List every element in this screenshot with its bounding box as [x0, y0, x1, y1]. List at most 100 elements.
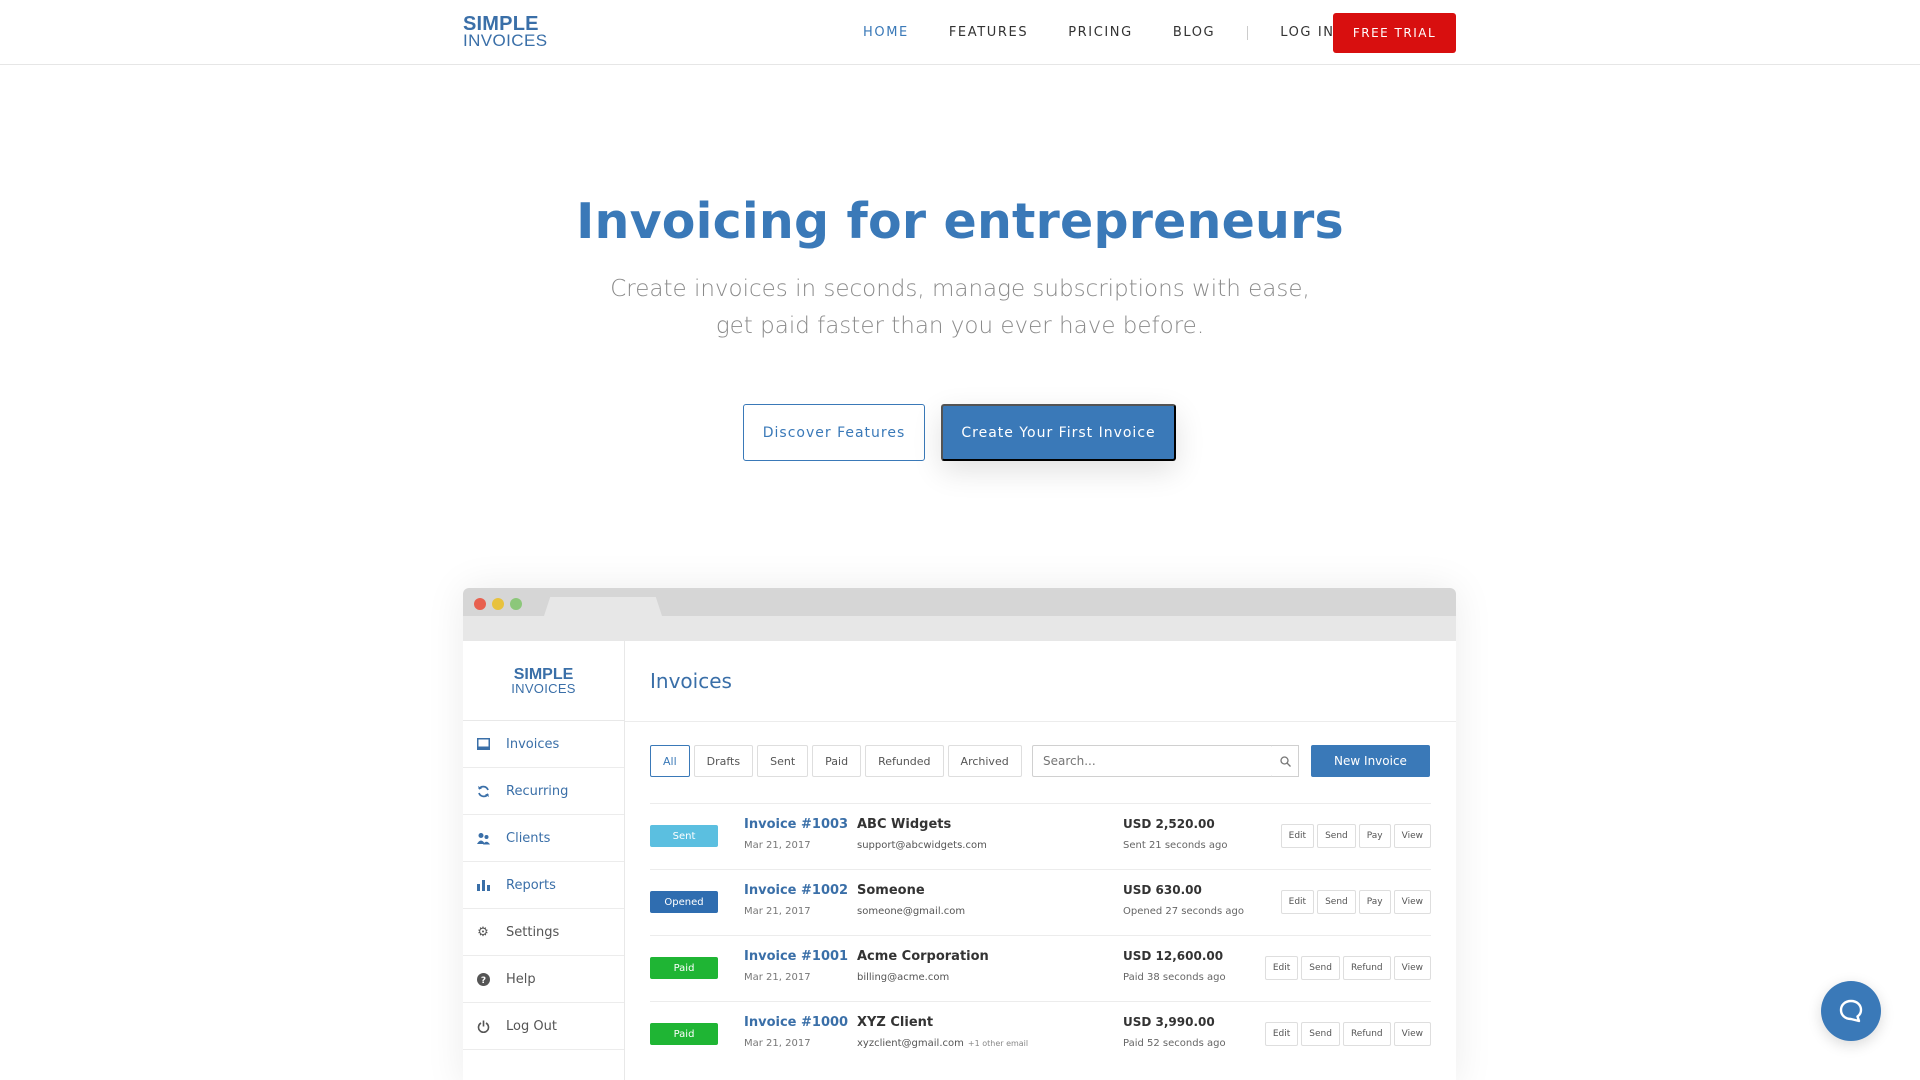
- edit-button[interactable]: Edit: [1264, 1022, 1299, 1046]
- send-button[interactable]: Send: [1317, 824, 1356, 848]
- client-other-email: +1 other email: [967, 1039, 1029, 1048]
- search-icon: [1279, 755, 1291, 767]
- header-divider: [625, 721, 1456, 722]
- client-name: XYZ Client: [857, 1015, 934, 1030]
- refresh-icon: [476, 784, 490, 798]
- invoice-status-time: Paid 38 seconds ago: [1123, 972, 1226, 983]
- bar-chart-icon: [476, 878, 490, 892]
- sidebar-item-logout[interactable]: Log Out: [463, 1003, 624, 1050]
- client-name: ABC Widgets: [857, 817, 952, 832]
- status-badge: Sent: [650, 825, 718, 847]
- sidebar-item-label: Invoices: [506, 736, 560, 752]
- nav-features-link[interactable]: FEATURES: [949, 25, 1028, 40]
- view-button[interactable]: View: [1393, 890, 1431, 914]
- nav-blog-link[interactable]: BLOG: [1173, 25, 1215, 40]
- app-main: Invoices All Drafts Sent Paid Refunded A…: [625, 641, 1456, 1080]
- send-button[interactable]: Send: [1301, 956, 1340, 980]
- invoice-number-link[interactable]: Invoice #1002: [744, 883, 848, 898]
- invoice-date: Mar 21, 2017: [744, 972, 811, 983]
- client-email: billing@acme.com: [857, 972, 949, 983]
- edit-button[interactable]: Edit: [1280, 890, 1315, 914]
- invoice-icon: [476, 737, 490, 751]
- sidebar-item-settings[interactable]: ⚙ Settings: [463, 909, 624, 956]
- nav-home-link[interactable]: HOME: [863, 25, 909, 40]
- invoice-date: Mar 21, 2017: [744, 1038, 811, 1049]
- invoice-number-link[interactable]: Invoice #1003: [744, 817, 848, 832]
- invoice-status-time: Sent 21 seconds ago: [1123, 840, 1228, 851]
- status-filter-tabs: All Drafts Sent Paid Refunded Archived: [650, 745, 1022, 777]
- sidebar-item-label: Reports: [506, 877, 556, 893]
- edit-button[interactable]: Edit: [1280, 824, 1315, 848]
- brand-logo[interactable]: SIMPLE INVOICES: [463, 14, 547, 49]
- brand-logo-line2: INVOICES: [463, 31, 548, 50]
- table-row[interactable]: Paid Invoice #1001 Mar 21, 2017 Acme Cor…: [650, 935, 1431, 1001]
- row-actions: Edit Send Pay View: [1280, 824, 1431, 848]
- invoice-amount: USD 12,600.00: [1123, 949, 1224, 963]
- edit-button[interactable]: Edit: [1264, 956, 1299, 980]
- help-icon: ?: [476, 972, 490, 986]
- chat-launcher-button[interactable]: [1821, 981, 1881, 1041]
- page-title: Invoices: [650, 669, 732, 693]
- client-email: support@abcwidgets.com: [857, 840, 987, 851]
- new-invoice-button[interactable]: New Invoice: [1311, 745, 1430, 777]
- app-screenshot-mockup: SIMPLE INVOICES Invoices Recurring Clien…: [463, 588, 1456, 1080]
- filter-drafts[interactable]: Drafts: [693, 745, 754, 777]
- sidebar-item-label: Recurring: [506, 783, 569, 799]
- sidebar-item-clients[interactable]: Clients: [463, 815, 624, 862]
- filter-archived[interactable]: Archived: [947, 745, 1022, 777]
- client-email-text: xyzclient@gmail.com: [857, 1038, 964, 1049]
- sidebar-item-invoices[interactable]: Invoices: [463, 721, 624, 768]
- sidebar-item-recurring[interactable]: Recurring: [463, 768, 624, 815]
- client-name: Acme Corporation: [857, 949, 989, 964]
- sidebar-item-reports[interactable]: Reports: [463, 862, 624, 909]
- hero-title: Invoicing for entrepreneurs: [576, 193, 1344, 250]
- invoice-number-link[interactable]: Invoice #1001: [744, 949, 848, 964]
- nav-pricing-link[interactable]: PRICING: [1068, 25, 1133, 40]
- invoice-number-link[interactable]: Invoice #1000: [744, 1015, 848, 1030]
- row-actions: Edit Send Refund View: [1264, 956, 1431, 980]
- filter-refunded[interactable]: Refunded: [865, 745, 944, 777]
- chat-bubble-icon: [1839, 999, 1863, 1023]
- send-button[interactable]: Send: [1301, 1022, 1340, 1046]
- table-row[interactable]: Opened Invoice #1002 Mar 21, 2017 Someon…: [650, 869, 1431, 935]
- nav-login-link[interactable]: LOG IN: [1280, 25, 1334, 40]
- filter-all[interactable]: All: [650, 745, 690, 777]
- pay-button[interactable]: Pay: [1358, 890, 1391, 914]
- invoice-amount: USD 2,520.00: [1123, 817, 1215, 831]
- users-icon: [476, 831, 490, 845]
- sidebar-item-label: Help: [506, 971, 536, 987]
- create-first-invoice-button[interactable]: Create Your First Invoice: [941, 404, 1176, 461]
- status-badge: Paid: [650, 957, 718, 979]
- main-nav: HOME FEATURES PRICING BLOG LOG IN: [843, 0, 1355, 65]
- power-icon: [476, 1019, 490, 1033]
- send-button[interactable]: Send: [1317, 890, 1356, 914]
- app-sidebar: SIMPLE INVOICES Invoices Recurring Clien…: [463, 641, 625, 1080]
- view-button[interactable]: View: [1393, 1022, 1431, 1046]
- sidebar-item-help[interactable]: ? Help: [463, 956, 624, 1003]
- invoice-status-time: Paid 52 seconds ago: [1123, 1038, 1226, 1049]
- refund-button[interactable]: Refund: [1342, 1022, 1391, 1046]
- browser-chrome: [463, 588, 1456, 641]
- client-name: Someone: [857, 883, 925, 898]
- free-trial-button[interactable]: FREE TRIAL: [1333, 13, 1456, 53]
- status-badge: Paid: [650, 1023, 718, 1045]
- client-email: xyzclient@gmail.com +1 other email: [857, 1038, 1028, 1049]
- filter-paid[interactable]: Paid: [812, 745, 862, 777]
- view-button[interactable]: View: [1393, 956, 1431, 980]
- view-button[interactable]: View: [1393, 824, 1431, 848]
- pay-button[interactable]: Pay: [1358, 824, 1391, 848]
- table-row[interactable]: Paid Invoice #1000 Mar 21, 2017 XYZ Clie…: [650, 1001, 1431, 1067]
- row-actions: Edit Send Refund View: [1264, 1022, 1431, 1046]
- filter-sent[interactable]: Sent: [757, 745, 809, 777]
- discover-features-button[interactable]: Discover Features: [743, 404, 925, 461]
- client-email-text: support@abcwidgets.com: [857, 840, 987, 851]
- client-email-text: billing@acme.com: [857, 972, 950, 983]
- gear-icon: ⚙: [477, 924, 489, 940]
- search-button[interactable]: [1272, 745, 1299, 777]
- search-input[interactable]: [1032, 745, 1273, 777]
- window-minimize-dot: [492, 598, 504, 610]
- invoice-list: Sent Invoice #1003 Mar 21, 2017 ABC Widg…: [650, 803, 1431, 1067]
- top-navbar: SIMPLE INVOICES HOME FEATURES PRICING BL…: [0, 0, 1920, 65]
- table-row[interactable]: Sent Invoice #1003 Mar 21, 2017 ABC Widg…: [650, 803, 1431, 869]
- refund-button[interactable]: Refund: [1342, 956, 1391, 980]
